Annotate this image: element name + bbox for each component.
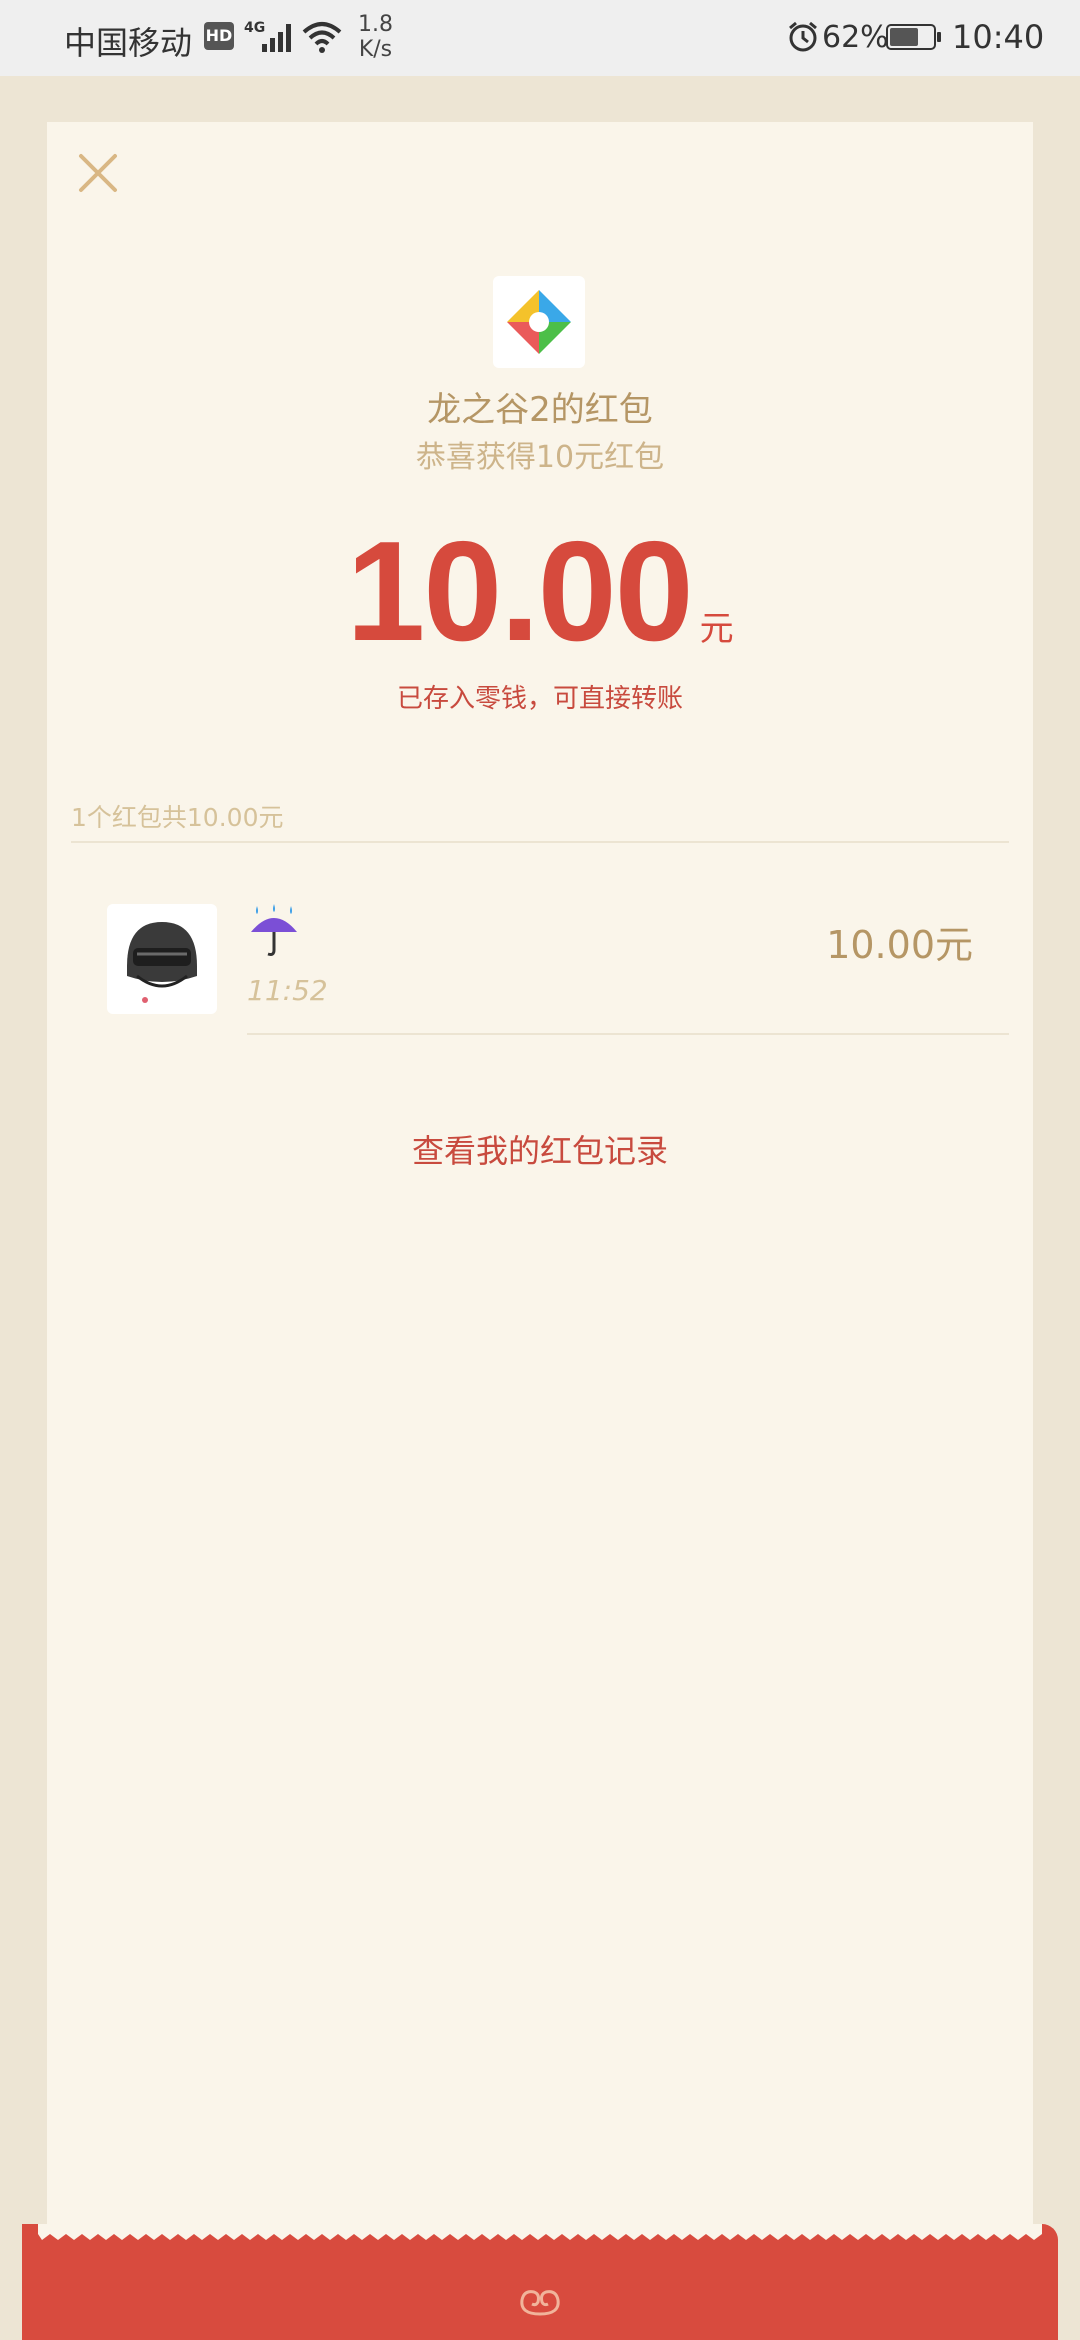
cloud-emblem-icon	[520, 2290, 560, 2316]
helmet-graphic-icon	[127, 922, 197, 1003]
red-packet-detail-card: 龙之谷2的红包 恭喜获得10元红包 10.00 元 已存入零钱，可直接转账 1个红…	[47, 122, 1033, 2282]
battery-icon	[886, 24, 941, 50]
signal-icon	[262, 24, 291, 52]
close-icon[interactable]	[75, 150, 121, 196]
clock: 10:40	[952, 18, 1045, 56]
divider	[71, 841, 1009, 843]
divider	[247, 1033, 1009, 1035]
list-item[interactable]: 11:52 10.00元	[47, 892, 1033, 1042]
battery-percent: 62%	[822, 20, 889, 55]
packet-summary: 1个红包共10.00元	[71, 803, 284, 832]
sender-name: 龙之谷2的红包	[427, 390, 653, 430]
zigzag-edge	[22, 2224, 1042, 2264]
helmet-avatar-icon[interactable]	[107, 904, 217, 1014]
amount-value: 10.00	[346, 512, 693, 671]
umbrella-rain-emoji-icon	[251, 904, 297, 956]
alarm-icon	[789, 21, 817, 52]
bottom-red-band	[22, 2224, 1058, 2340]
speed-unit: K/s	[358, 37, 393, 62]
record-amount: 10.00元	[826, 923, 973, 967]
amount-display: 10.00 元	[47, 521, 1033, 663]
logo-mark-icon	[507, 290, 571, 354]
greeting-text: 恭喜获得10元红包	[415, 440, 665, 475]
speed-value: 1.8	[358, 12, 393, 37]
status-bar: 中国移动 HD 4G 1.8 K/s 62% 10:40	[0, 0, 1080, 76]
stored-note[interactable]: 已存入零钱，可直接转账	[47, 678, 1033, 715]
amount-unit: 元	[699, 609, 734, 649]
network-speed: 1.8 K/s	[358, 12, 393, 62]
view-history-link[interactable]: 查看我的红包记录	[47, 1126, 1033, 1172]
carrier-name: 中国移动	[64, 24, 193, 62]
hd-badge-icon: HD	[204, 22, 234, 50]
record-time: 11:52	[247, 974, 328, 1007]
app-logo-icon	[493, 276, 585, 368]
wifi-icon	[302, 22, 342, 53]
